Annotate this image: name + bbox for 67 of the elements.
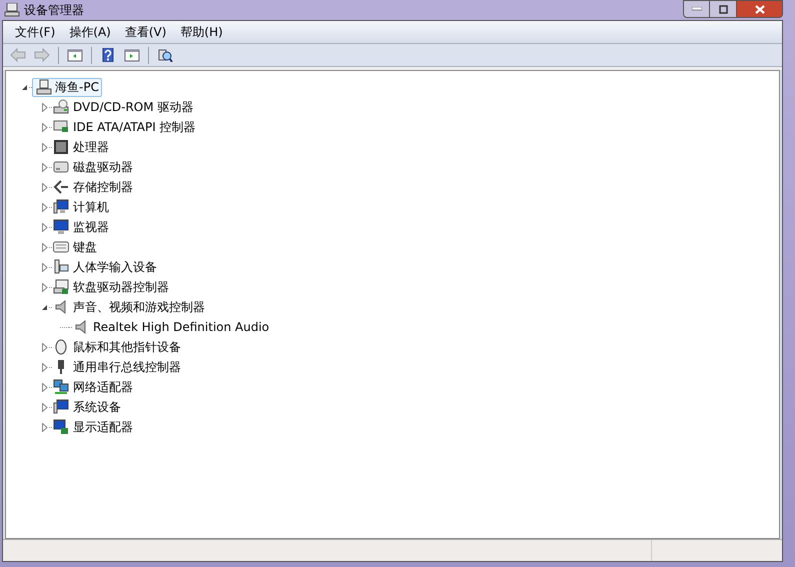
tree-item[interactable]: 处理器: [73, 138, 109, 156]
expand-arrow-icon[interactable]: [40, 122, 49, 132]
tree-item[interactable]: 磁盘驱动器: [73, 158, 133, 176]
menu-item[interactable]: 查看(V): [118, 23, 172, 41]
tree-item[interactable]: 监视器: [73, 218, 109, 236]
menu-item[interactable]: 帮助(H): [174, 23, 229, 41]
expand-arrow-icon[interactable]: [40, 362, 49, 372]
tree-item[interactable]: 鼠标和其他指针设备: [73, 338, 181, 356]
tree-item[interactable]: 计算机: [73, 198, 109, 216]
monitor-icon: [53, 219, 69, 235]
disk-drive-icon: [53, 159, 69, 175]
maximize-icon: [718, 4, 728, 14]
console-tree-icon: [67, 48, 83, 62]
processor-icon: [53, 139, 69, 155]
computer-icon: [53, 199, 69, 215]
display-adapter-icon: [53, 419, 69, 435]
controller-icon: [53, 119, 69, 135]
tree-item[interactable]: 声音、视频和游戏控制器: [73, 298, 205, 316]
keyboard-icon: [53, 239, 69, 255]
tree-item[interactable]: 网络适配器: [73, 378, 133, 396]
back-icon: [10, 48, 26, 62]
maximize-button[interactable]: [710, 0, 736, 18]
tree-item[interactable]: 存储控制器: [73, 178, 133, 196]
tree-item[interactable]: 系统设备: [73, 398, 121, 416]
expand-arrow-icon[interactable]: [40, 182, 49, 192]
minimize-icon: [692, 7, 702, 11]
computer-icon: [4, 3, 20, 17]
network-icon: [53, 379, 69, 395]
expand-arrow-icon[interactable]: [40, 422, 49, 432]
expand-arrow-icon[interactable]: [40, 222, 49, 232]
tree-item[interactable]: 人体学输入设备: [73, 258, 157, 276]
tree-item-label: 海鱼-PC: [55, 79, 99, 96]
computer-icon: [36, 79, 52, 95]
window-title: 设备管理器: [24, 2, 84, 19]
mouse-icon: [53, 339, 69, 355]
system-device-icon: [53, 399, 69, 415]
expand-arrow-icon[interactable]: [40, 342, 49, 352]
close-button[interactable]: [736, 0, 783, 18]
minimize-button[interactable]: [683, 0, 710, 18]
tree-item[interactable]: 通用串行总线控制器: [73, 358, 181, 376]
tree-item[interactable]: IDE ATA/ATAPI 控制器: [73, 118, 196, 136]
collapse-arrow-icon[interactable]: [20, 82, 29, 92]
scan-icon: [157, 48, 173, 62]
close-icon: [754, 4, 764, 14]
action-pane-icon: [124, 48, 140, 62]
collapse-arrow-icon[interactable]: [40, 302, 49, 312]
expand-arrow-icon[interactable]: [40, 202, 49, 212]
expand-arrow-icon[interactable]: [40, 242, 49, 252]
tree-item[interactable]: DVD/CD-ROM 驱动器: [73, 98, 194, 116]
expand-arrow-icon[interactable]: [40, 282, 49, 292]
expand-arrow-icon[interactable]: [40, 382, 49, 392]
expand-arrow-icon[interactable]: [40, 142, 49, 152]
optical-drive-icon: [53, 99, 69, 115]
floppy-controller-icon: [53, 279, 69, 295]
tree-item[interactable]: Realtek High Definition Audio: [93, 318, 270, 336]
help-icon: [100, 48, 116, 62]
menu-item[interactable]: 操作(A): [63, 23, 117, 41]
menu-item[interactable]: 文件(F): [9, 23, 62, 41]
expand-arrow-icon[interactable]: [40, 102, 49, 112]
expand-arrow-icon[interactable]: [40, 162, 49, 172]
tree-item[interactable]: 软盘驱动器控制器: [73, 278, 169, 296]
forward-icon: [34, 48, 50, 62]
tree-item[interactable]: 键盘: [73, 238, 97, 256]
expand-arrow-icon[interactable]: [40, 262, 49, 272]
tree-item[interactable]: 海鱼-PC: [32, 78, 102, 96]
expand-arrow-icon[interactable]: [40, 402, 49, 412]
tree-item[interactable]: 显示适配器: [73, 418, 133, 436]
